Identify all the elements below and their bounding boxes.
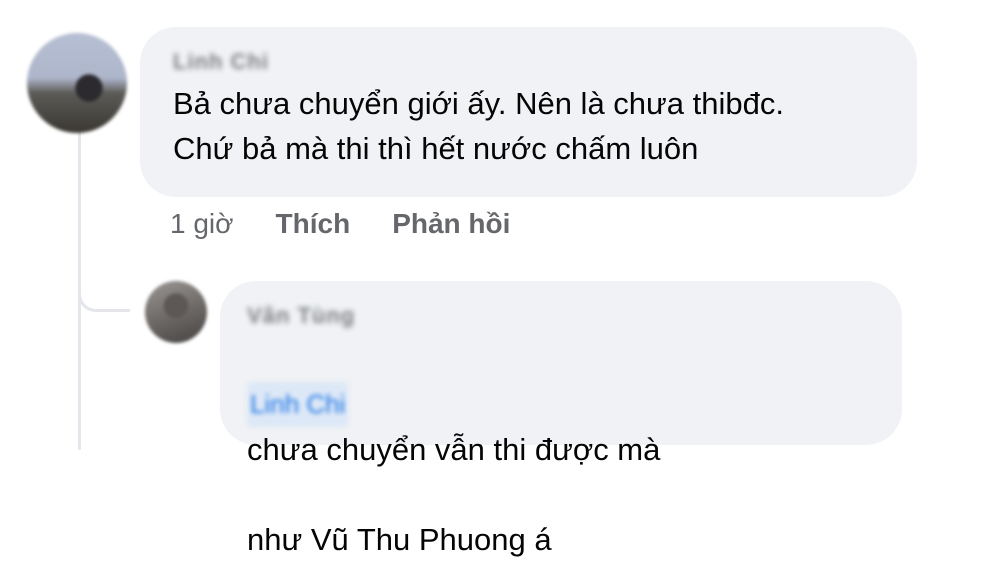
reply-text-line2: như Vũ Thu Phuong á bbox=[247, 522, 552, 558]
reply-avatar[interactable] bbox=[145, 281, 207, 343]
comment-actions: 1 giờ Thích Phản hồi bbox=[170, 208, 510, 240]
reply-button[interactable]: Phản hồi bbox=[392, 208, 510, 240]
reply-bubble: Vân Tùng Linh Chi chưa chuyển vẫn thi đư… bbox=[220, 281, 902, 557]
avatar[interactable] bbox=[27, 33, 127, 133]
like-button[interactable]: Thích bbox=[276, 208, 351, 240]
reply-connector-curve bbox=[78, 250, 130, 312]
comment-author-name[interactable]: Linh Chi bbox=[173, 49, 269, 75]
reply-text: Linh Chi chưa chuyển vẫn thi được mà như… bbox=[247, 335, 902, 562]
reply-mention-tag[interactable]: Linh Chi bbox=[247, 382, 349, 428]
comment-text: Bả chưa chuyển giới ấy. Nên là chưa thib… bbox=[173, 86, 784, 166]
comment-timestamp[interactable]: 1 giờ bbox=[170, 208, 234, 240]
reply-author-name[interactable]: Vân Tùng bbox=[247, 303, 355, 329]
comment-bubble: Linh Chi Bả chưa chuyển giới ấy. Nên là … bbox=[140, 27, 917, 197]
